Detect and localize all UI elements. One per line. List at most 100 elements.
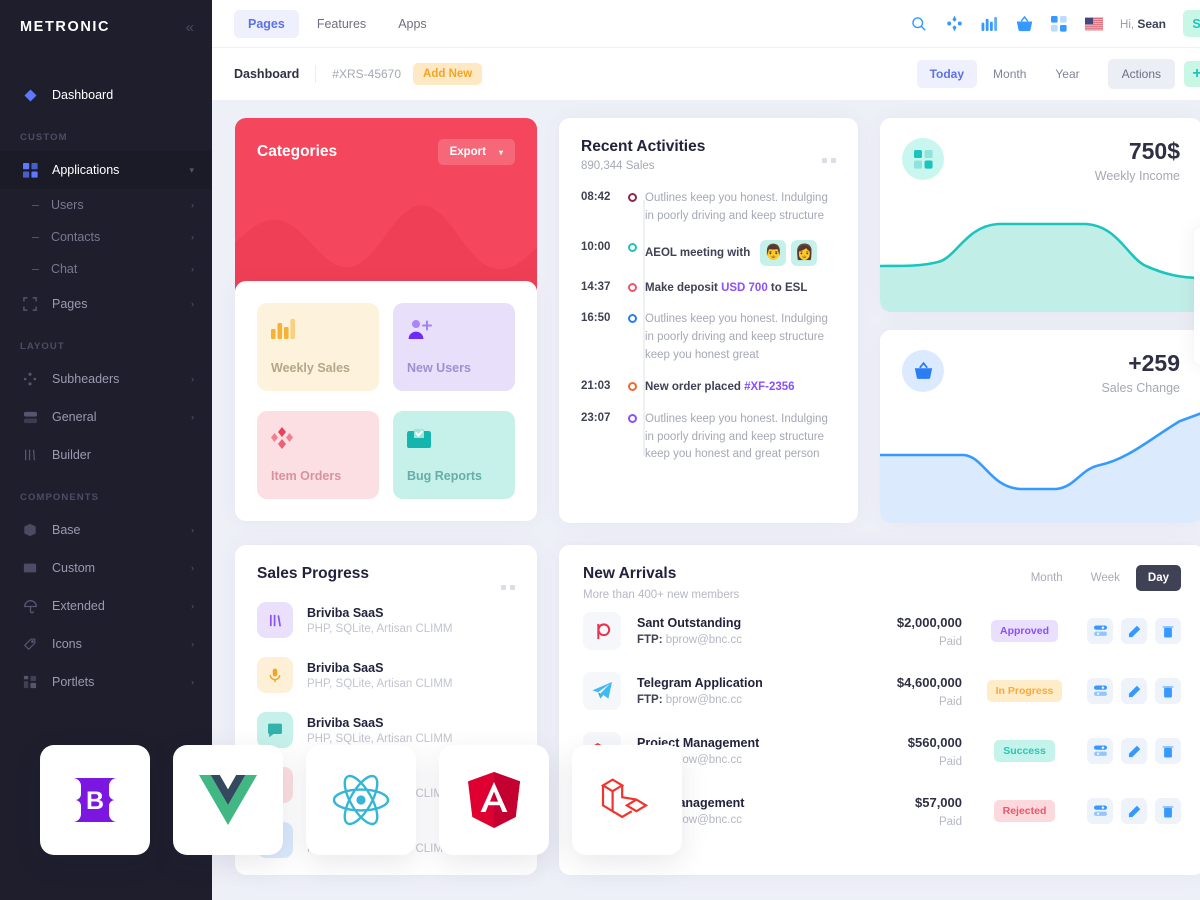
toggle-month[interactable]: Month (1019, 565, 1075, 591)
chevron-right-icon: › (191, 264, 194, 274)
tile-new-users[interactable]: New Users (393, 303, 515, 391)
sidebar-item-pages[interactable]: Pages › (0, 285, 212, 323)
sidebar-item-dashboard[interactable]: Dashboard (0, 76, 212, 114)
tab-pages[interactable]: Pages (234, 9, 299, 38)
flag-us-icon[interactable] (1085, 15, 1104, 33)
tile-item-orders[interactable]: Item Orders (257, 411, 379, 499)
sidebar-item-users[interactable]: – Users › (0, 189, 212, 221)
sidebar-item-extended[interactable]: Extended › (0, 587, 212, 625)
toggle-day[interactable]: Day (1135, 565, 1181, 591)
edit-icon[interactable] (1121, 618, 1147, 644)
sidebar-item-builder[interactable]: Builder (0, 436, 212, 474)
vuejs-icon[interactable] (173, 745, 283, 855)
droplet-icon[interactable] (1194, 233, 1200, 263)
row-name: Telegram Application (637, 676, 763, 690)
sales-change-card: +259 Sales Change (880, 329, 1200, 523)
sparkle-icon[interactable] (945, 15, 963, 33)
sidebar-item-chat[interactable]: – Chat › (0, 253, 212, 285)
sidebar-item-label: Users (50, 198, 84, 212)
delete-icon[interactable] (1155, 798, 1181, 824)
avatar[interactable]: S (1183, 10, 1200, 37)
laravel-icon[interactable] (572, 745, 682, 855)
list-item[interactable]: Briviba SaaS PHP, SQLite, Artisan CLIMM (257, 712, 515, 748)
react-icon[interactable] (306, 745, 416, 855)
image-icon (20, 558, 40, 578)
tile-label: New Users (407, 361, 471, 375)
sidebar-item-label: General (52, 410, 97, 424)
new-arrivals-subtitle: More than 400+ new members (583, 589, 740, 601)
sidebar-item-base[interactable]: Base › (0, 511, 212, 549)
sidebar-item-icons[interactable]: Icons › (0, 625, 212, 663)
table-row[interactable]: Sant Outstanding FTP: bprow@bnc.cc $2,00… (583, 601, 1181, 661)
chevron-right-icon: › (191, 412, 194, 422)
timeline-highlight[interactable]: #XF-2356 (744, 381, 795, 393)
delete-icon[interactable] (1155, 678, 1181, 704)
add-new-button[interactable]: Add New (413, 63, 483, 85)
settings-icon[interactable] (1087, 798, 1113, 824)
tab-apps[interactable]: Apps (384, 10, 441, 38)
activities-timeline: 08:42 Outlines keep you honest. Indulgin… (581, 190, 836, 464)
dash-icon: – (32, 262, 39, 276)
more-options-icon[interactable] (822, 158, 836, 163)
diamond-icon (20, 85, 40, 105)
tile-bug-reports[interactable]: Bug Reports (393, 411, 515, 499)
page-title: Dashboard (234, 67, 300, 81)
edit-icon[interactable] (1121, 678, 1147, 704)
bootstrap-icon[interactable]: B (40, 745, 150, 855)
settings-icon[interactable] (1087, 618, 1113, 644)
grid-icon[interactable] (1050, 15, 1068, 33)
period-year[interactable]: Year (1042, 60, 1092, 88)
period-month[interactable]: Month (980, 60, 1039, 88)
edit-icon[interactable] (1121, 798, 1147, 824)
sidebar-item-applications[interactable]: Applications ▾ (0, 151, 212, 189)
search-icon[interactable] (910, 15, 928, 33)
sidebar-item-general[interactable]: General › (0, 398, 212, 436)
timeline-time: 10:00 (581, 240, 611, 253)
timeline-text-main: Make deposit (645, 281, 722, 294)
settings-icon[interactable] (1087, 738, 1113, 764)
delete-icon[interactable] (1155, 738, 1181, 764)
add-button[interactable]: + (1184, 61, 1200, 87)
export-button[interactable]: Export ▾ (437, 139, 515, 165)
sales-progress-title: Sales Progress (257, 565, 370, 582)
chevrons-left-icon[interactable]: « (186, 20, 194, 35)
bar-chart-icon[interactable] (980, 15, 998, 33)
list-item[interactable]: Briviba SaaS PHP, SQLite, Artisan CLIMM (257, 602, 515, 638)
sidebar-item-custom[interactable]: Custom › (0, 549, 212, 587)
more-options-icon[interactable] (501, 585, 515, 590)
actions-button[interactable]: Actions (1107, 59, 1175, 89)
basket-icon[interactable] (1015, 15, 1033, 33)
angular-icon[interactable] (439, 745, 549, 855)
sidebar-item-label: Pages (52, 297, 88, 311)
table-row[interactable]: Telegram Application FTP: bprow@bnc.cc $… (583, 661, 1181, 721)
categories-header: Categories Export ▾ (235, 118, 537, 165)
timeline-highlight[interactable]: USD 700 (721, 282, 768, 294)
sidebar-item-portlets[interactable]: Portlets › (0, 663, 212, 701)
sidebar-item-subheaders[interactable]: Subheaders › (0, 360, 212, 398)
timeline-time: 23:07 (581, 411, 611, 424)
stat-values: 750$ Weekly Income (1095, 138, 1180, 183)
edit-icon[interactable] (1121, 738, 1147, 764)
activities-subtitle: 890,344 Sales (581, 160, 655, 172)
basket-icon (902, 349, 944, 392)
tile-weekly-sales[interactable]: Weekly Sales (257, 303, 379, 391)
chat-icon[interactable] (1194, 329, 1200, 359)
tab-features[interactable]: Features (303, 10, 380, 38)
row-status-cell: Approved (962, 620, 1087, 642)
sidebar-item-label: Contacts (50, 230, 101, 244)
grid-icon (20, 160, 40, 180)
tag-icon (20, 634, 40, 654)
row-actions (1087, 678, 1181, 704)
list-item[interactable]: Briviba SaaS PHP, SQLite, Artisan CLIMM (257, 657, 515, 693)
delete-icon[interactable] (1155, 618, 1181, 644)
comment-icon (257, 712, 293, 748)
toggle-week[interactable]: Week (1079, 565, 1132, 591)
timeline-marker (621, 240, 643, 266)
sidebar-item-contacts[interactable]: – Contacts › (0, 221, 212, 253)
gear-icon[interactable] (1194, 265, 1200, 295)
new-arrivals-toggle: Month Week Day (1019, 565, 1181, 591)
sidebar-section-components: COMPONENTS (20, 492, 100, 503)
settings-icon[interactable] (1087, 678, 1113, 704)
send-icon[interactable] (1194, 297, 1200, 327)
period-today[interactable]: Today (916, 60, 978, 88)
